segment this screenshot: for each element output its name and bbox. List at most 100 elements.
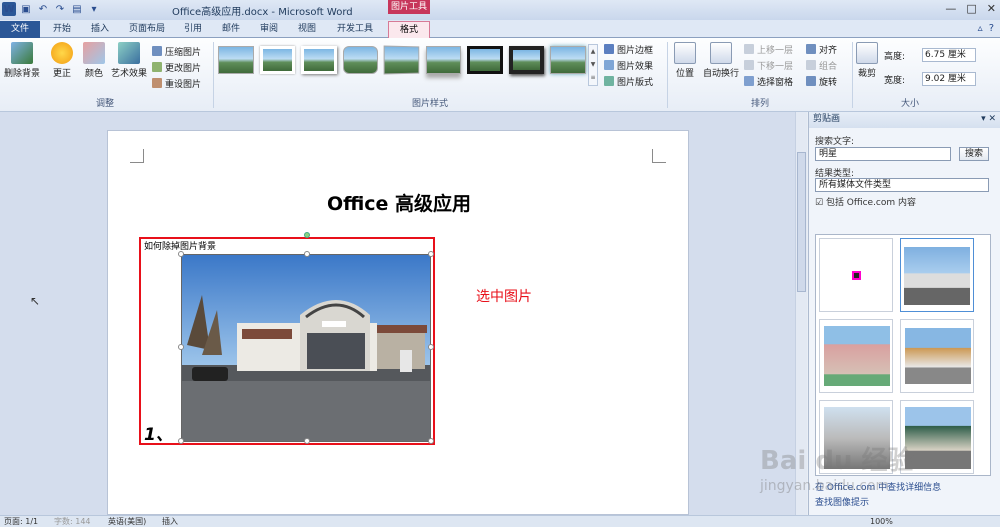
align-label: 对齐: [819, 45, 838, 56]
step-number: 1、: [144, 425, 173, 445]
maximize-button[interactable]: □: [966, 2, 976, 15]
crop-label: 裁剪: [857, 69, 876, 79]
align-button[interactable]: 对齐: [806, 42, 837, 56]
resize-handle[interactable]: [304, 251, 310, 257]
picture-border-label: 图片边框: [617, 45, 654, 56]
width-input[interactable]: 9.02 厘米: [922, 72, 976, 86]
word-logo-icon[interactable]: W: [2, 2, 16, 16]
style-thumb[interactable]: [218, 46, 254, 74]
artistic-effects-button[interactable]: 艺术效果: [110, 42, 148, 79]
style-thumb[interactable]: [550, 46, 586, 74]
redo-icon[interactable]: ↷: [53, 2, 67, 16]
rotate-button[interactable]: 旋转: [806, 74, 837, 88]
pane-close-icon[interactable]: ▾ ✕: [981, 112, 996, 127]
separator: [852, 42, 853, 108]
minimize-button[interactable]: —: [945, 2, 956, 15]
tab-page-layout[interactable]: 页面布局: [122, 21, 172, 38]
bring-forward-button[interactable]: 上移一层: [744, 42, 793, 56]
send-backward-button[interactable]: 下移一层: [744, 58, 793, 72]
style-thumb[interactable]: [467, 46, 503, 74]
image-tips-link[interactable]: 查找图像提示: [815, 495, 869, 508]
resize-handle[interactable]: [428, 344, 434, 350]
reset-picture-button[interactable]: 重设图片: [152, 76, 201, 90]
resize-handle[interactable]: [178, 344, 184, 350]
result-thumb: [905, 328, 971, 384]
result-thumb: [904, 247, 970, 305]
tab-developer[interactable]: 开发工具: [330, 21, 380, 38]
scrollbar-thumb[interactable]: [797, 152, 806, 292]
send-backward-label: 下移一层: [757, 61, 794, 72]
window-title: Office高级应用.docx - Microsoft Word: [172, 7, 353, 18]
picture-layout-button[interactable]: 图片版式: [604, 74, 653, 88]
clipart-result-item[interactable]: [900, 238, 974, 312]
undo-icon[interactable]: ↶: [36, 2, 50, 16]
change-picture-button[interactable]: 更改图片: [152, 60, 201, 74]
resize-handle[interactable]: [428, 251, 434, 257]
open-icon[interactable]: ▤: [70, 2, 84, 16]
resize-handle[interactable]: [178, 251, 184, 257]
position-button[interactable]: 位置: [672, 42, 698, 79]
tab-format[interactable]: 格式: [388, 21, 430, 38]
help-icon[interactable]: ?: [989, 23, 994, 34]
wrap-text-icon: [710, 42, 732, 64]
position-icon: [674, 42, 696, 64]
resize-handle[interactable]: [304, 438, 310, 444]
word-count[interactable]: 字数: 144: [54, 516, 91, 527]
picture-border-button[interactable]: 图片边框: [604, 42, 653, 56]
group-icon: [806, 60, 816, 70]
selection-pane-button[interactable]: 选择窗格: [744, 74, 793, 88]
style-thumb[interactable]: [301, 46, 337, 74]
height-input[interactable]: 6.75 厘米: [922, 48, 976, 62]
resize-handle[interactable]: [178, 438, 184, 444]
remove-background-button[interactable]: 删除背景: [4, 42, 40, 79]
tab-review[interactable]: 审阅: [252, 21, 286, 38]
tab-file[interactable]: 文件: [0, 21, 40, 38]
resize-handle[interactable]: [428, 438, 434, 444]
search-button[interactable]: 搜索: [959, 147, 989, 161]
gallery-scroll[interactable]: ▲ ▼ ≡: [588, 44, 598, 86]
customize-qat-icon[interactable]: ▾: [87, 2, 101, 16]
selected-picture[interactable]: [181, 254, 431, 442]
style-thumb[interactable]: [383, 45, 420, 75]
compress-pictures-button[interactable]: 压缩图片: [152, 44, 201, 58]
baidu-watermark-url: jingyan.baidu.com: [760, 478, 890, 494]
picture-effects-button[interactable]: 图片效果: [604, 58, 653, 72]
zoom-level[interactable]: 100%: [870, 516, 893, 527]
tab-home[interactable]: 开始: [44, 21, 80, 38]
rotate-handle[interactable]: [304, 232, 310, 238]
style-thumb[interactable]: [259, 46, 296, 74]
language-status[interactable]: 英语(美国): [108, 516, 146, 527]
ribbon-minimize-icon[interactable]: ▵: [978, 23, 983, 34]
clipart-result-item[interactable]: [819, 238, 893, 312]
corrections-button[interactable]: 更正: [48, 42, 76, 79]
wrap-text-button[interactable]: 自动换行: [702, 42, 740, 79]
close-button[interactable]: ✕: [987, 2, 996, 15]
clipart-result-item[interactable]: [819, 319, 893, 393]
tab-mailings[interactable]: 邮件: [214, 21, 248, 38]
save-icon[interactable]: ▣: [19, 2, 33, 16]
include-office-checkbox[interactable]: ☑ 包括 Office.com 内容: [815, 195, 916, 208]
picture-styles-gallery: [218, 42, 586, 82]
crop-button[interactable]: 裁剪: [856, 42, 878, 79]
style-thumb[interactable]: [508, 46, 545, 74]
align-icon: [806, 44, 816, 54]
color-button[interactable]: 颜色: [80, 42, 108, 79]
search-input[interactable]: 明星: [815, 147, 951, 161]
document-page[interactable]: Office 高级应用 如何除掉图片背景 1、 选中图片: [107, 130, 689, 515]
clipart-pane-title: 剪贴画: [813, 114, 841, 124]
tab-references[interactable]: 引用: [176, 21, 210, 38]
rotate-icon: [806, 76, 816, 86]
title-bar: W ▣ ↶ ↷ ▤ ▾ Office高级应用.docx - Microsoft …: [0, 0, 1000, 20]
style-thumb[interactable]: [342, 46, 379, 74]
tab-view[interactable]: 视图: [290, 21, 324, 38]
page-count[interactable]: 页面: 1/1: [4, 516, 38, 527]
artistic-effects-label: 艺术效果: [110, 69, 147, 79]
style-thumb[interactable]: [425, 46, 462, 74]
effects-icon: [604, 60, 614, 70]
result-type-select[interactable]: 所有媒体文件类型: [815, 178, 989, 192]
document-heading: Office 高级应用: [326, 193, 472, 215]
group-button[interactable]: 组合: [806, 58, 837, 72]
clipart-result-item[interactable]: [900, 319, 974, 393]
tab-insert[interactable]: 插入: [82, 21, 118, 38]
insert-mode[interactable]: 插入: [162, 516, 178, 527]
